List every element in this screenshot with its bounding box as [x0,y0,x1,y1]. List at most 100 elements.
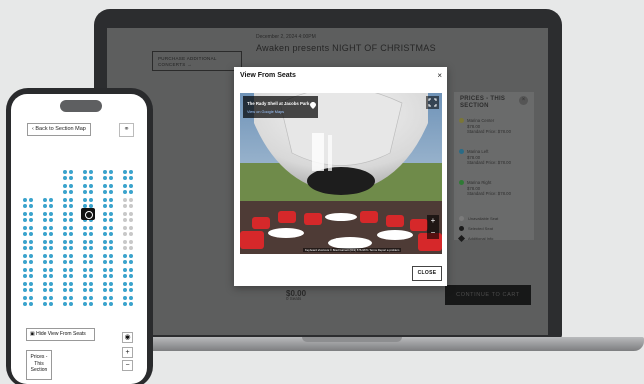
seat[interactable] [83,282,87,286]
seat[interactable] [23,268,27,272]
seat[interactable] [69,198,73,202]
seat[interactable] [63,302,67,306]
seat[interactable] [109,246,113,250]
seat[interactable] [123,198,127,202]
seat[interactable] [23,260,27,264]
seat[interactable] [29,254,33,258]
seat[interactable] [103,268,107,272]
seat[interactable] [89,274,93,278]
seat[interactable] [109,190,113,194]
seat[interactable] [129,302,133,306]
seat[interactable] [63,218,67,222]
seat[interactable] [123,204,127,208]
seat[interactable] [63,226,67,230]
prices-this-section-button[interactable]: Prices - This Section [26,350,52,380]
seat[interactable] [63,212,67,216]
seat[interactable] [89,176,93,180]
seat[interactable] [49,232,53,236]
seat[interactable] [83,184,87,188]
seat[interactable] [103,296,107,300]
seat[interactable] [123,282,127,286]
seat[interactable] [23,282,27,286]
seat[interactable] [69,212,73,216]
seat[interactable] [89,184,93,188]
seat[interactable] [23,232,27,236]
seat[interactable] [63,282,67,286]
seat[interactable] [103,232,107,236]
seat[interactable] [49,226,53,230]
seat[interactable] [23,198,27,202]
seat[interactable] [129,260,133,264]
seat[interactable] [43,218,47,222]
back-to-section-map-button[interactable]: ‹ Back to Section Map [27,123,91,136]
seat[interactable] [69,184,73,188]
purchase-additional-button[interactable]: PURCHASE ADDITIONAL CONCERTS → [152,51,242,71]
seat[interactable] [69,302,73,306]
seat[interactable] [83,268,87,272]
seat[interactable] [69,246,73,250]
seat[interactable] [89,260,93,264]
seat[interactable] [129,218,133,222]
seat[interactable] [103,240,107,244]
seat[interactable] [29,212,33,216]
seat[interactable] [129,204,133,208]
seat[interactable] [109,240,113,244]
seat[interactable] [129,268,133,272]
seat[interactable] [43,226,47,230]
map-pin-icon[interactable] [310,102,316,109]
seat[interactable] [89,190,93,194]
seat[interactable] [109,302,113,306]
seat[interactable] [109,170,113,174]
seat[interactable] [43,204,47,208]
seat[interactable] [49,260,53,264]
seat[interactable] [129,184,133,188]
seat[interactable] [43,282,47,286]
seat[interactable] [69,296,73,300]
seat[interactable] [29,302,33,306]
seat[interactable] [29,198,33,202]
seat[interactable] [49,198,53,202]
seat[interactable] [129,274,133,278]
seat[interactable] [103,198,107,202]
seat[interactable] [23,212,27,216]
seat[interactable] [129,190,133,194]
seat[interactable] [29,204,33,208]
seat[interactable] [49,212,53,216]
seat[interactable] [103,282,107,286]
seat[interactable] [63,184,67,188]
seat[interactable] [49,302,53,306]
seat[interactable] [43,212,47,216]
seat[interactable] [103,176,107,180]
seat[interactable] [103,170,107,174]
seat[interactable] [123,302,127,306]
seat[interactable] [123,240,127,244]
seat[interactable] [89,302,93,306]
seat[interactable] [49,246,53,250]
camera-icon[interactable] [81,208,95,220]
seat[interactable] [123,254,127,258]
seat[interactable] [103,218,107,222]
seat[interactable] [89,246,93,250]
seat[interactable] [29,226,33,230]
seat[interactable] [23,240,27,244]
seat[interactable] [123,268,127,272]
seat[interactable] [103,302,107,306]
view-on-google-maps-link[interactable]: View on Google Maps [247,110,284,114]
seat[interactable] [123,212,127,216]
seat[interactable] [83,288,87,292]
seat[interactable] [49,218,53,222]
seat[interactable] [23,218,27,222]
seat[interactable] [129,296,133,300]
seat[interactable] [109,226,113,230]
seat[interactable] [69,170,73,174]
seat[interactable] [63,254,67,258]
seat[interactable] [129,282,133,286]
seat[interactable] [63,176,67,180]
seat[interactable] [123,226,127,230]
seat[interactable] [23,302,27,306]
seat[interactable] [69,274,73,278]
seat[interactable] [89,282,93,286]
seat[interactable] [23,288,27,292]
seat[interactable] [109,218,113,222]
seat[interactable] [43,254,47,258]
